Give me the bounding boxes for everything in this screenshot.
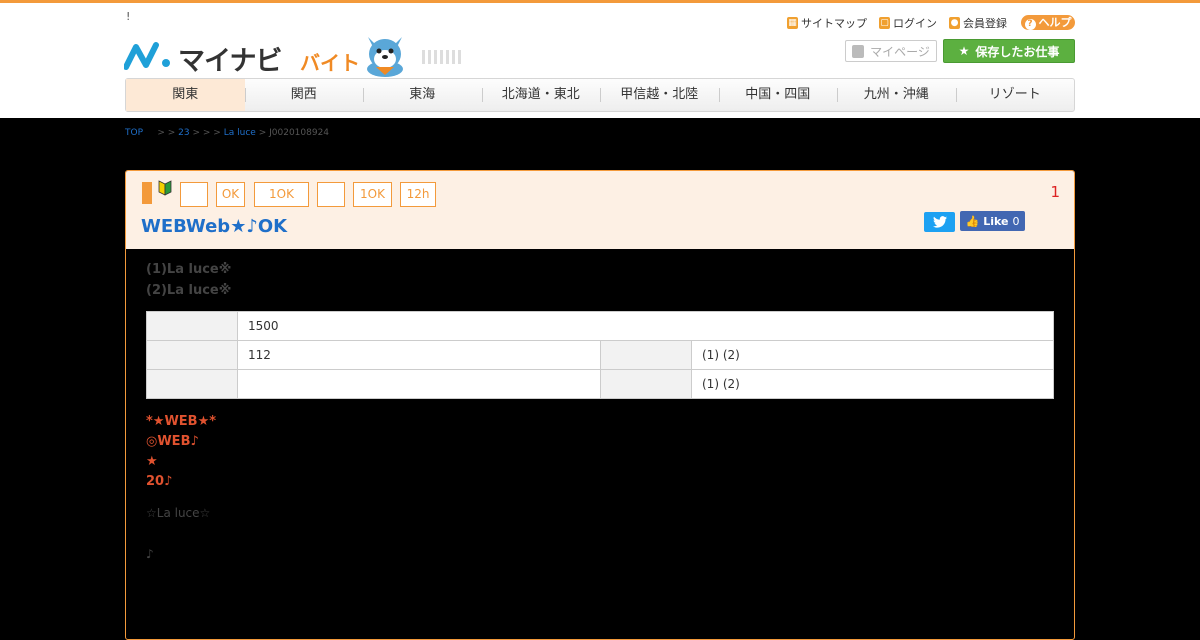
register-link[interactable]: ● 会員登録 (949, 15, 1007, 31)
twitter-bird-icon (932, 216, 947, 228)
login-link[interactable]: ▢ ログイン (879, 15, 937, 31)
table-row: 112 (1) (2) (146, 340, 1054, 370)
breadcrumb-sep: > (258, 128, 267, 138)
facebook-like-button[interactable]: 👍 Like 0 (960, 211, 1025, 231)
nav-kanto[interactable]: 関東 (126, 79, 245, 111)
nav-resort[interactable]: リゾート (955, 79, 1075, 111)
highlight-line: ◎WEB♪ (146, 434, 199, 449)
job-tag (180, 182, 208, 207)
breadcrumb-company[interactable]: La luce (224, 128, 256, 138)
highlight-line: 20♪ (146, 474, 173, 489)
help-button[interactable]: ? ヘルプ (1021, 15, 1075, 30)
table-cell: (1) (2) (691, 340, 1054, 370)
job-card-header: OK 1OK 1OK 12h 1 WEBWeb★♪OK 👍 Like 0 (126, 171, 1074, 249)
job-tag: 1OK (353, 182, 392, 207)
help-label: ヘルプ (1038, 16, 1072, 29)
logo-subtext: バイト (300, 51, 360, 75)
person-icon (852, 44, 865, 58)
table-header-cell (146, 340, 238, 370)
nav-kansai[interactable]: 関西 (244, 79, 364, 111)
nav-chugoku-shikoku[interactable]: 中国・四国 (718, 79, 838, 111)
header-notice: ! (126, 10, 131, 23)
sitemap-link[interactable]: ▦ サイトマップ (787, 15, 867, 31)
breadcrumb-current: J0020108924 (269, 128, 330, 138)
logo-text: マイナビ (178, 46, 282, 77)
logo-mark-icon (124, 42, 170, 70)
table-header-cell (146, 369, 238, 399)
sitemap-label: サイトマップ (801, 17, 867, 30)
saved-jobs-button[interactable]: ★ 保存したお仕事 (943, 39, 1075, 63)
table-header-cell (146, 311, 238, 341)
nav-koshinetsu-hokuriku[interactable]: 甲信越・北陸 (600, 79, 719, 111)
thumbs-up-icon: 👍 (965, 214, 980, 228)
job-tag: 1OK (254, 182, 309, 207)
job-card: OK 1OK 1OK 12h 1 WEBWeb★♪OK 👍 Like 0 (1)… (125, 170, 1075, 640)
job-tag: OK (216, 182, 245, 207)
user-icon: ● (949, 17, 960, 29)
highlight-line: ★ (146, 454, 158, 469)
table-header-cell (600, 369, 692, 399)
saved-jobs-label: 保存したお仕事 (975, 44, 1060, 59)
question-icon: ? (1024, 19, 1036, 30)
job-info-table: 1500 112 (1) (2) (1) (2) (146, 311, 1054, 399)
register-label: 会員登録 (963, 17, 1007, 30)
description-line: ♪ (146, 547, 154, 561)
table-header-cell (600, 340, 692, 370)
job-tag (317, 182, 345, 207)
table-cell: 1500 (237, 311, 1054, 341)
beginner-mark-icon (158, 180, 172, 196)
location-line: (1)La luce※ (146, 262, 232, 277)
location-line: (2)La luce※ (146, 283, 232, 298)
like-label: Like (983, 214, 1009, 228)
login-label: ログイン (893, 17, 937, 30)
job-title[interactable]: WEBWeb★♪OK (141, 216, 287, 237)
highlight-line: *★WEB★* (146, 414, 217, 429)
breadcrumb-sep: > > (157, 128, 176, 138)
table-cell: (1) (2) (691, 369, 1054, 399)
description-line: ☆La luce☆ (146, 506, 211, 520)
pr-number: 1 (1050, 183, 1060, 201)
sitemap-icon: ▦ (787, 17, 798, 29)
like-count: 0 (1012, 214, 1020, 228)
breadcrumb: TOP > > 23 > > > La luce > J0020108924 (125, 128, 329, 138)
accent-marker (142, 182, 152, 204)
table-cell (237, 369, 601, 399)
decorative-stripes (422, 50, 462, 64)
nav-hokkaido-tohoku[interactable]: 北海道・東北 (481, 79, 601, 111)
lock-icon: ▢ (879, 17, 890, 29)
nav-tokai[interactable]: 東海 (363, 79, 482, 111)
mypage-button[interactable]: マイページ (845, 40, 937, 62)
star-icon: ★ (958, 44, 970, 58)
table-cell: 112 (237, 340, 601, 370)
job-tag: 12h (400, 182, 436, 207)
breadcrumb-area[interactable]: 23 (178, 128, 189, 138)
mypage-label: マイページ (870, 44, 930, 59)
twitter-share-button[interactable] (924, 212, 955, 232)
region-nav: 関東 関西 東海 北海道・東北 甲信越・北陸 中国・四国 九州・沖縄 リゾート (125, 78, 1075, 112)
table-row: 1500 (146, 311, 1054, 341)
mascot-dog-icon (367, 37, 403, 77)
breadcrumb-top[interactable]: TOP (125, 128, 143, 138)
nav-kyushu-okinawa[interactable]: 九州・沖縄 (837, 79, 956, 111)
site-header: ! マイナビ バイト ▦ サイトマップ ▢ ログイン ● 会員登録 ?ヘルプ (0, 3, 1200, 118)
breadcrumb-sep: > > > (192, 128, 221, 138)
table-row: (1) (2) (146, 369, 1054, 399)
